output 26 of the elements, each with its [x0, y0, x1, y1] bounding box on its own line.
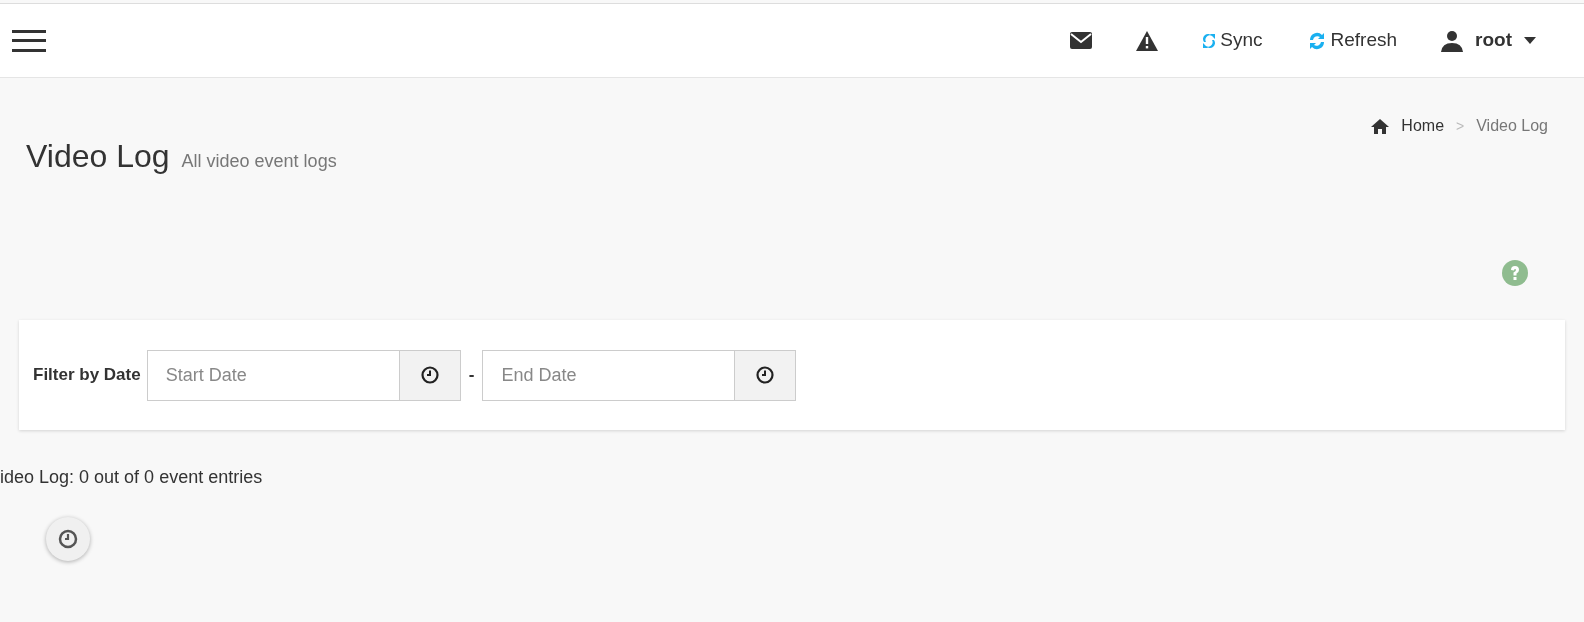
user-menu[interactable]: root [1441, 26, 1536, 55]
clock-icon [58, 529, 78, 549]
page-subtitle: All video event logs [181, 150, 337, 173]
sync-icon [1202, 31, 1217, 50]
history-button[interactable] [46, 517, 90, 561]
home-icon [1371, 118, 1390, 134]
user-icon [1441, 29, 1464, 52]
summary-text: ideo Log: 0 out of 0 event entries [0, 466, 264, 489]
clock-icon [756, 366, 775, 384]
sync-button[interactable]: Sync [1202, 26, 1263, 55]
end-date-field[interactable]: End Date [482, 349, 736, 401]
clock-icon [420, 366, 439, 384]
filter-label: Filter by Date [33, 364, 141, 387]
date-separator: - [467, 364, 476, 387]
warning-icon[interactable] [1136, 30, 1159, 51]
breadcrumb-link[interactable]: Home [1401, 114, 1445, 138]
start-date-field[interactable]: Start Date [146, 349, 400, 401]
mail-icon[interactable] [1070, 32, 1093, 49]
breadcrumb-separator: > [1456, 116, 1465, 136]
time-picker-button[interactable] [735, 349, 797, 401]
page-title: Video Log [26, 137, 170, 176]
time-picker-button[interactable] [399, 349, 461, 401]
caret-icon [1524, 37, 1536, 44]
menu-icon[interactable] [12, 27, 46, 54]
refresh-button[interactable]: Refresh [1306, 26, 1398, 55]
breadcrumb-current: Video Log [1476, 116, 1548, 136]
